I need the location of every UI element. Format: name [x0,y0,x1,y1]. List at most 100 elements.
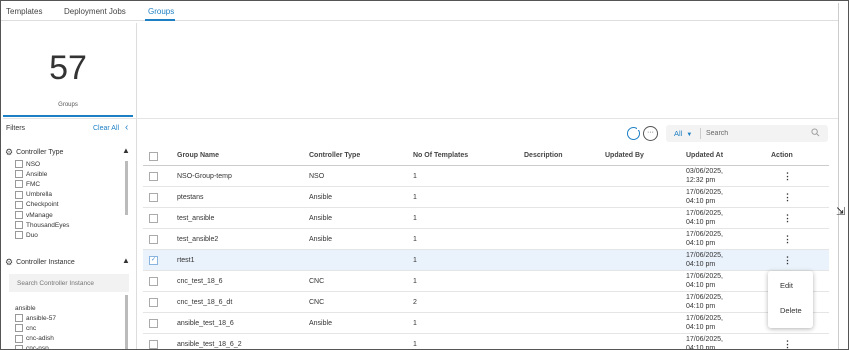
table-row[interactable]: cnc_test_18_6_dtCNC217/06/2025,04:10 pm⋮ [143,292,829,313]
updated-at-time: 04:10 pm [686,302,716,310]
search-icon[interactable] [811,128,820,137]
column-header[interactable]: No Of Templates [413,152,468,159]
row-checkbox[interactable] [149,193,158,202]
tab-bar: Templates Deployment Jobs Groups [1,1,839,21]
filter-option[interactable]: ThousandEyes [15,220,69,230]
updated-at-cell: 17/06/2025, 04:10 pm [686,231,723,248]
filter-option[interactable]: FMC [15,179,69,189]
group-name-cell: NSO-Group-temp [177,173,232,180]
kebab-menu-icon[interactable]: ⋮ [783,234,792,245]
chevron-up-icon[interactable]: ▲ [122,256,130,265]
updated-at-time: 04:10 pm [686,281,716,289]
checkbox[interactable] [15,344,23,349]
controller-type-cell: Ansible [309,236,332,243]
search-input[interactable] [706,127,806,140]
controller-type-cell: Ansible [309,215,332,222]
kebab-menu-icon[interactable]: ⋮ [783,255,792,266]
edit-menu-item[interactable]: Edit [780,281,793,290]
row-checkbox[interactable] [149,277,158,286]
controller-type-list: NSO Ansible FMC Umbrella Checkpoint vMan… [15,159,69,241]
table-row[interactable]: ansible_test_18_6_2 1 17/06/2025, 04:10 pm ⋮ [143,334,829,350]
divider [700,128,701,139]
updated-at-date: 17/06/2025, [686,315,723,322]
updated-at-cell: 17/06/2025, 04:10 pm [686,273,723,290]
groups-count-card[interactable]: 57 Groups [3,23,133,117]
controller-type-scrollbar[interactable] [125,161,128,215]
updated-at-date: 17/06/2025, [686,189,723,196]
row-checkbox[interactable] [149,319,158,328]
search-scope-select[interactable]: All ▼ [674,129,692,138]
checkbox[interactable] [15,180,23,189]
kebab-menu-icon[interactable]: ⋮ [783,171,792,182]
row-checkbox[interactable] [149,235,158,244]
more-options-icon[interactable]: ··· [643,126,658,141]
column-header[interactable]: Description [524,152,563,159]
filters-title: Filters [6,125,26,132]
filter-option[interactable]: Checkpoint [15,200,69,210]
clear-all-link[interactable]: Clear All [93,125,119,132]
filter-option[interactable]: vManage [15,210,69,220]
filter-option[interactable]: cnc [15,323,56,333]
checkbox[interactable] [15,324,23,333]
checkbox[interactable] [15,314,23,323]
controller-instance-header[interactable]: ⚙ Controller Instance [5,257,75,268]
kebab-menu-icon[interactable]: ⋮ [783,213,792,224]
row-checkbox[interactable]: ✓ [149,256,158,265]
table-row[interactable]: test_ansible2 Ansible 1 17/06/2025, 04:10 pm… [143,229,829,250]
search-controller-instance-input[interactable] [9,274,129,292]
tab-groups[interactable]: Groups [148,7,174,16]
table-row[interactable]: ✓ rtest1 1 17/06/2025, 04:10 pm ⋮ [143,250,829,271]
table-row[interactable]: cnc_test_18_6CNC117/06/2025,04:10 pm⋮ [143,271,829,292]
updated-at-cell: 17/06/2025, 04:10 pm [686,294,723,311]
count-card-indicator [3,115,133,117]
tab-templates[interactable]: Templates [6,7,42,16]
gear-icon: ⚙ [5,147,14,157]
filter-option[interactable]: NSO [15,159,69,169]
row-checkbox[interactable] [149,298,158,307]
table-row[interactable]: test_ansible Ansible 1 17/06/2025, 04:10 pm ⋮ [143,208,829,229]
filter-option[interactable]: ansible [15,303,56,313]
checkbox[interactable] [15,170,23,179]
checkbox[interactable] [15,211,23,220]
column-header[interactable]: Updated By [605,152,644,159]
checkbox[interactable] [15,221,23,230]
column-header[interactable]: Controller Type [309,152,360,159]
row-checkbox[interactable] [149,214,158,223]
select-all-checkbox[interactable] [149,152,158,161]
delete-menu-item[interactable]: Delete [780,306,802,315]
table-row[interactable]: ptestans Ansible 1 17/06/2025, 04:10 pm ⋮ [143,187,829,208]
chevron-up-icon[interactable]: ▲ [122,146,130,155]
checkbox[interactable] [15,334,23,343]
divider [136,23,137,119]
row-checkbox[interactable] [149,172,158,181]
table-row[interactable]: ansible_test_18_6 Ansible 1 17/06/2025, 04:1… [143,313,829,334]
filter-option[interactable]: Umbrella [15,190,69,200]
templates-count-cell: 1 [413,341,417,348]
checkbox[interactable] [15,231,23,240]
table-header: Group Name Controller Type No Of Templat… [143,146,829,166]
checkbox[interactable] [15,200,23,209]
filter-option[interactable]: ansible-57 [15,313,56,323]
filter-option[interactable]: Ansible [15,169,69,179]
group-name-cell: ptestans [177,194,204,201]
controller-type-header[interactable]: ⚙ Controller Type [5,147,63,158]
checkbox[interactable] [15,190,23,199]
checkbox[interactable] [15,160,23,169]
updated-at-time: 04:10 pm [686,344,716,350]
filter-option[interactable]: cnc-nsp [15,344,56,349]
kebab-menu-icon[interactable]: ⋮ [783,339,792,349]
controller-instance-scrollbar[interactable] [125,295,128,349]
page-scrollbar[interactable] [838,3,839,349]
collapse-sidebar-icon[interactable]: ‹ [125,122,128,133]
refresh-icon[interactable] [627,126,641,140]
table-row[interactable]: NSO-Group-temp NSO 1 03/06/2025, 12:32 pm ⋮ [143,166,829,187]
kebab-menu-icon[interactable]: ⋮ [783,192,792,203]
filter-option[interactable]: cnc-adish [15,334,56,344]
column-header[interactable]: Group Name [177,152,219,159]
column-header[interactable]: Updated At [686,152,723,159]
updated-at-cell: 17/06/2025, 04:10 pm [686,210,723,227]
row-checkbox[interactable] [149,340,158,349]
filter-option[interactable]: Duo [15,230,69,240]
tab-deployment-jobs[interactable]: Deployment Jobs [64,7,126,16]
filters-sidebar: Filters Clear All ‹ ⚙ Controller Type ▲ … [1,119,137,349]
